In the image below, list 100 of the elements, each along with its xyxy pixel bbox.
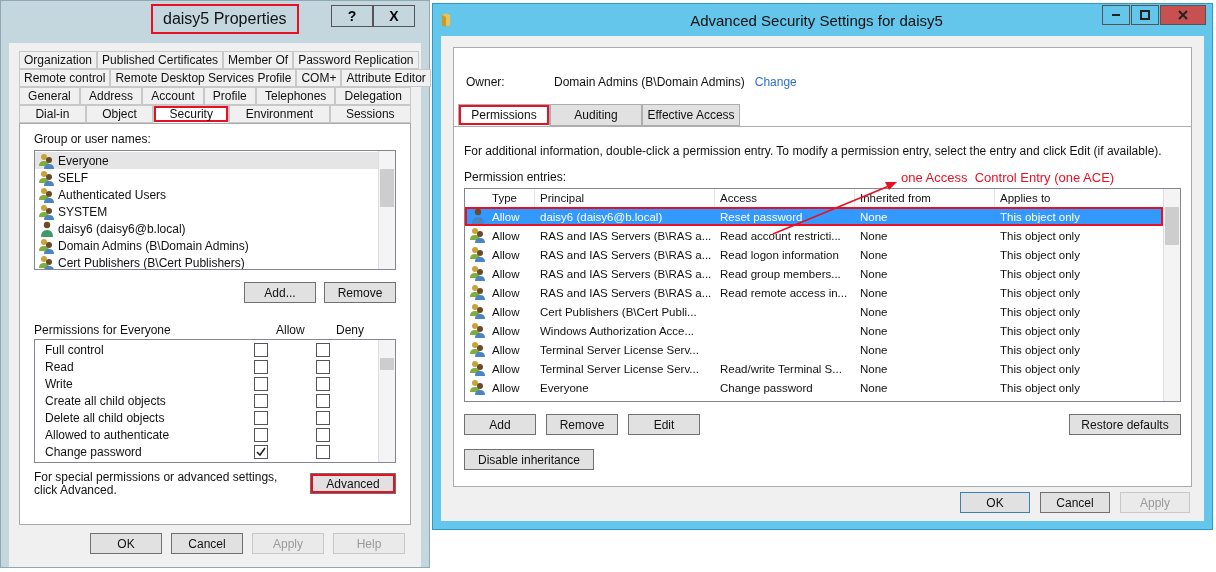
- dialog-button[interactable]: Remove: [546, 414, 618, 435]
- entries-label: Permission entries:: [464, 170, 567, 184]
- table-cell-text: RAS and IAS Servers (B\RAS a...: [539, 286, 713, 299]
- list-item[interactable]: SELF: [35, 169, 378, 186]
- table-row[interactable]: Allow RAS and IAS Servers (B\RAS a... Read account restricti... None This object only: [465, 226, 1163, 245]
- allow-checkbox[interactable]: [254, 376, 268, 391]
- advanced-button[interactable]: Advanced: [310, 473, 396, 494]
- permission-name: Read: [45, 359, 75, 374]
- tab[interactable]: Attribute Editor: [341, 69, 431, 87]
- allow-checkbox[interactable]: [254, 410, 268, 425]
- table-cell-text: Read account restricti...: [719, 229, 842, 242]
- advanced-note: For special permissions or advanced settings, click Advanced.: [34, 471, 279, 497]
- table-row[interactable]: Allow Terminal Server License Serv... None This object only: [465, 340, 1163, 359]
- allow-checkbox[interactable]: [254, 444, 268, 459]
- deny-checkbox[interactable]: [316, 427, 330, 442]
- help-button[interactable]: ?: [331, 5, 373, 27]
- tab[interactable]: Remote Desktop Services Profile: [110, 69, 297, 87]
- table-cell-text: RAS and IAS Servers (B\RAS a...: [539, 267, 713, 280]
- dialog-button[interactable]: Cancel: [171, 533, 243, 554]
- table-row[interactable]: Allow RAS and IAS Servers (B\RAS a... Read logon information None This object only: [465, 245, 1163, 264]
- tab[interactable]: Telephones: [255, 87, 336, 105]
- table-cell-text: None: [859, 210, 889, 223]
- table-row[interactable]: Allow Cert Publishers (B\Cert Publi... None This object only: [465, 302, 1163, 321]
- tab[interactable]: Dial-in: [19, 105, 86, 123]
- user-group-icon: [470, 283, 486, 300]
- permission-name: Change password: [45, 444, 143, 459]
- dialog-button[interactable]: Remove: [324, 282, 396, 303]
- minimize-button[interactable]: [1102, 5, 1130, 25]
- tab[interactable]: Address: [79, 87, 143, 105]
- table-cell-text: This object only: [999, 210, 1081, 223]
- table-cell-text: Allow: [491, 343, 521, 356]
- deny-checkbox[interactable]: [316, 393, 330, 408]
- table-row[interactable]: Allow RAS and IAS Servers (B\RAS a... Read remote access in... None This object only: [465, 283, 1163, 302]
- table-row[interactable]: Allow Windows Authorization Acce... None This object only: [465, 321, 1163, 340]
- tab[interactable]: Remote control: [19, 69, 111, 87]
- scrollbar[interactable]: [378, 151, 395, 269]
- user-group-icon: [470, 226, 486, 243]
- minimize-icon: [1112, 14, 1120, 16]
- tab[interactable]: Environment: [229, 105, 330, 123]
- table-cell-text: This object only: [999, 267, 1081, 280]
- deny-checkbox[interactable]: [316, 359, 330, 374]
- tab[interactable]: Permissions: [458, 104, 550, 126]
- tab[interactable]: Auditing: [550, 104, 642, 126]
- list-item[interactable]: Everyone: [35, 152, 378, 169]
- maximize-icon: [1140, 10, 1150, 20]
- tab[interactable]: Object: [85, 105, 154, 123]
- restore-defaults-button[interactable]: Restore defaults: [1069, 414, 1181, 435]
- table-cell-text: RAS and IAS Servers (B\RAS a...: [539, 248, 713, 261]
- tab[interactable]: Sessions: [329, 105, 411, 123]
- table-row[interactable]: Allow RAS and IAS Servers (B\RAS a... Read group members... None This object only: [465, 264, 1163, 283]
- tab[interactable]: Security: [153, 105, 230, 123]
- dialog-button[interactable]: Edit: [628, 414, 700, 435]
- list-item[interactable]: Authenticated Users: [35, 186, 378, 203]
- tab[interactable]: Effective Access: [642, 104, 740, 126]
- tab[interactable]: Organization: [19, 51, 98, 69]
- table-cell-text: None: [859, 381, 889, 394]
- tab[interactable]: Password Replication: [293, 51, 419, 69]
- table-cell-text: None: [859, 286, 889, 299]
- user-group-icon: [470, 359, 486, 376]
- tab[interactable]: Profile: [203, 87, 256, 105]
- dialog-button[interactable]: OK: [960, 492, 1030, 513]
- dialog-button[interactable]: OK: [90, 533, 162, 554]
- dialog-button[interactable]: Add...: [244, 282, 316, 303]
- allow-checkbox[interactable]: [254, 427, 268, 442]
- dialog-button[interactable]: Cancel: [1040, 492, 1110, 513]
- list-item[interactable]: Cert Publishers (B\Cert Publishers): [35, 254, 378, 269]
- table-cell-text: Cert Publishers (B\Cert Publi...: [539, 305, 698, 318]
- disable-inheritance-button[interactable]: Disable inheritance: [464, 449, 594, 470]
- tab[interactable]: COM+: [296, 69, 342, 87]
- deny-checkbox[interactable]: [316, 342, 330, 357]
- user-group-icon: [470, 264, 486, 281]
- list-item[interactable]: SYSTEM: [35, 203, 378, 220]
- deny-checkbox[interactable]: [316, 444, 330, 459]
- deny-checkbox[interactable]: [316, 410, 330, 425]
- user-icon: [470, 207, 486, 224]
- user-group-icon: [39, 254, 55, 269]
- close-button[interactable]: X: [373, 5, 415, 27]
- tab[interactable]: General: [19, 87, 80, 105]
- table-cell-text: This object only: [999, 362, 1081, 375]
- deny-checkbox[interactable]: [316, 376, 330, 391]
- tab[interactable]: Published Certificates: [97, 51, 224, 69]
- list-item[interactable]: Domain Admins (B\Domain Admins): [35, 237, 378, 254]
- scrollbar[interactable]: [378, 340, 395, 462]
- list-item[interactable]: daisy6 (daisy6@b.local): [35, 220, 378, 237]
- column-header: Allow: [276, 323, 306, 337]
- allow-checkbox[interactable]: [254, 359, 268, 374]
- column-header: Deny: [336, 323, 365, 337]
- table-row[interactable]: Allow Terminal Server License Serv... Read/write Terminal S... None This object only: [465, 359, 1163, 378]
- allow-checkbox[interactable]: [254, 342, 268, 357]
- tab[interactable]: Member Of: [223, 51, 294, 69]
- group-label: Group or user names:: [34, 132, 152, 146]
- maximize-button[interactable]: [1131, 5, 1159, 25]
- scrollbar[interactable]: [1163, 189, 1180, 401]
- table-row[interactable]: Allow Everyone Change password None This object only: [465, 378, 1163, 397]
- dialog-button[interactable]: Add: [464, 414, 536, 435]
- change-link[interactable]: Change: [754, 75, 797, 91]
- tab[interactable]: Delegation: [335, 87, 411, 105]
- tab[interactable]: Account: [142, 87, 204, 105]
- allow-checkbox[interactable]: [254, 393, 268, 408]
- table-cell-text: Read/write Terminal S...: [719, 362, 843, 375]
